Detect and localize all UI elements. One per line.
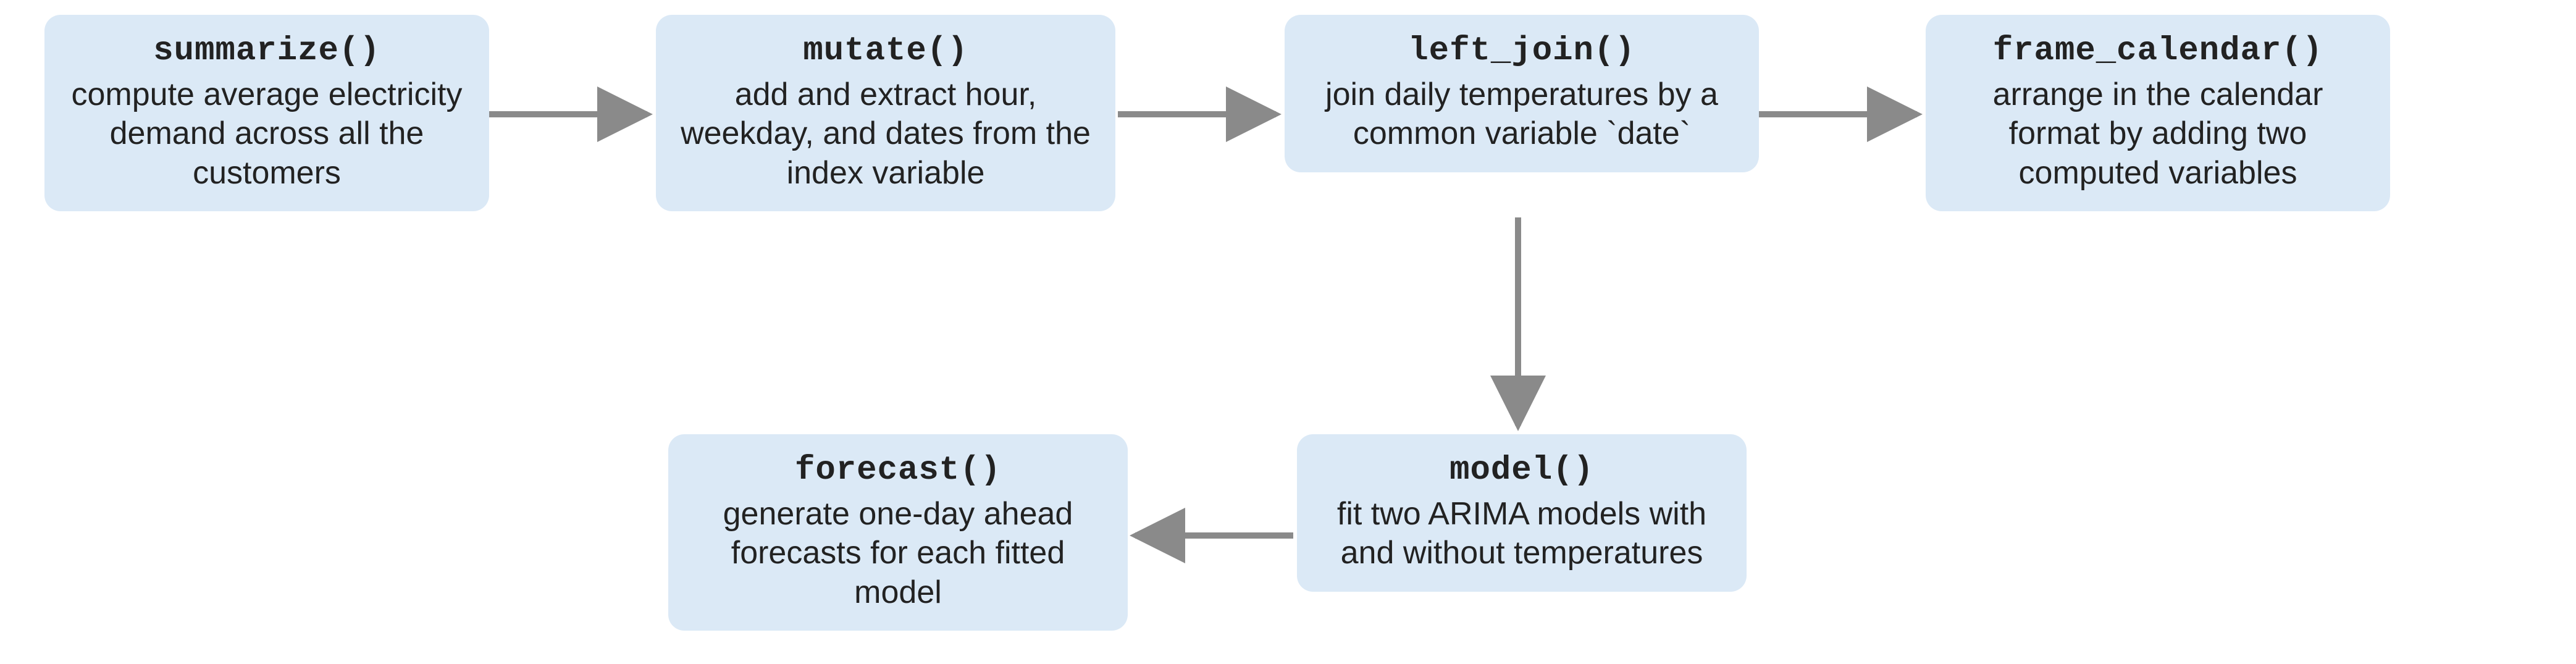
node-model-title: model() xyxy=(1318,450,1726,491)
node-leftjoin-desc: join daily temperatures by a common vari… xyxy=(1306,75,1738,154)
node-mutate-desc: add and extract hour, weekday, and dates… xyxy=(677,75,1094,193)
node-leftjoin: left_join() join daily temperatures by a… xyxy=(1285,15,1759,172)
node-summarize-desc: compute average electricity demand acros… xyxy=(65,75,468,193)
node-forecast: forecast() generate one-day ahead foreca… xyxy=(668,434,1128,631)
node-framecalendar-title: frame_calendar() xyxy=(1947,31,2369,72)
node-mutate: mutate() add and extract hour, weekday, … xyxy=(656,15,1115,211)
node-forecast-desc: generate one-day ahead forecasts for eac… xyxy=(689,495,1107,612)
node-summarize-title: summarize() xyxy=(65,31,468,72)
node-model: model() fit two ARIMA models with and wi… xyxy=(1297,434,1747,592)
node-leftjoin-title: left_join() xyxy=(1306,31,1738,72)
node-framecalendar: frame_calendar() arrange in the calendar… xyxy=(1926,15,2390,211)
node-forecast-title: forecast() xyxy=(689,450,1107,491)
node-model-desc: fit two ARIMA models with and without te… xyxy=(1318,495,1726,573)
node-framecalendar-desc: arrange in the calendar format by adding… xyxy=(1947,75,2369,193)
node-summarize: summarize() compute average electricity … xyxy=(44,15,489,211)
node-mutate-title: mutate() xyxy=(677,31,1094,72)
